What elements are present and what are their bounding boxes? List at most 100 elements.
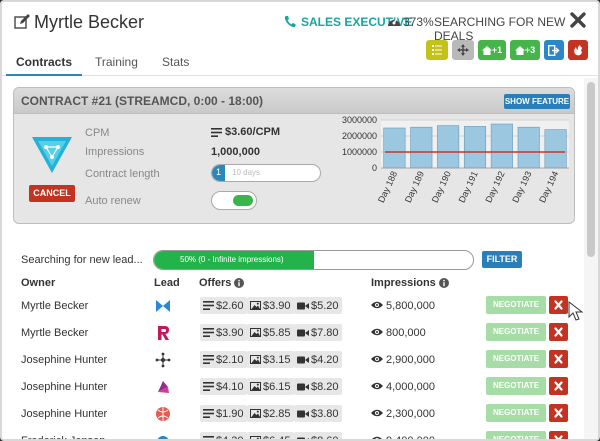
edit-icon[interactable]: [14, 14, 30, 30]
tab-contracts[interactable]: Contracts: [16, 55, 72, 69]
contract-length-hint: 10 days: [232, 168, 261, 177]
impressions-value: 800,000: [386, 327, 426, 339]
gauge-percent: 373%: [403, 15, 434, 29]
chart-xtick-label: Day 189: [403, 170, 426, 205]
offer-video-chip: $3.80: [294, 405, 342, 422]
auto-renew-knob: [233, 195, 253, 206]
cancel-contract-button[interactable]: CANCEL: [29, 185, 75, 202]
table-row: Josephine Hunter $2.10 $3.15 $4.20 2,900…: [2, 346, 598, 373]
offer-video-chip: $8.60: [294, 432, 342, 439]
eye-icon: [371, 381, 383, 393]
network-logo-icon: [155, 352, 171, 368]
chart-bar: [383, 127, 406, 169]
impressions-value: 2,300,000: [386, 408, 435, 420]
delete-lead-button[interactable]: [549, 323, 568, 341]
offer-video-chip: $8.20: [294, 378, 342, 395]
offer-image-chip: $3.15: [247, 351, 294, 368]
offer-video-chip: $7.80: [294, 324, 342, 341]
negotiate-button[interactable]: NEGOTIATE: [486, 377, 546, 395]
image-ad-icon: [250, 436, 261, 439]
close-icon[interactable]: [569, 11, 587, 29]
table-row: Myrtle Becker $2.60 $3.90 $5.20 5,800,00…: [2, 292, 598, 319]
impressions-cell: 2,900,000: [371, 354, 435, 366]
offer-video-value: $8.20: [311, 380, 339, 393]
close-icon: [549, 300, 568, 318]
lead-header: Lead: [154, 277, 180, 289]
impressions-cell: 800,000: [371, 327, 426, 339]
offer-text-chip: $4.10: [200, 378, 247, 395]
offer-image-value: $5.85: [263, 326, 291, 339]
offer-text-value: $4.30: [216, 434, 244, 441]
tab-stats[interactable]: Stats: [162, 55, 189, 69]
delete-lead-button[interactable]: [549, 350, 568, 368]
impressions-value: 9,400,000: [386, 435, 435, 441]
scrollbar-thumb[interactable]: [587, 82, 595, 257]
cpm-value: $3.60/CPM: [225, 126, 281, 138]
offer-text-value: $2.60: [216, 299, 244, 312]
close-icon: [549, 435, 568, 439]
impressions-cell: 2,300,000: [371, 408, 435, 420]
image-ad-icon: [250, 355, 261, 364]
info-icon[interactable]: [438, 278, 449, 288]
chart-ytick-label: 3000000: [342, 115, 377, 125]
panel-header: Myrtle Becker SALES EXECUTIVE 373% SEARC…: [2, 2, 598, 46]
filter-button[interactable]: FILTER: [482, 251, 522, 268]
info-icon[interactable]: [234, 278, 245, 288]
eye-icon: [371, 435, 383, 439]
show-feature-button[interactable]: SHOW FEATURE: [504, 94, 570, 109]
active-tab-indicator: [6, 74, 82, 76]
negotiate-button[interactable]: NEGOTIATE: [486, 404, 546, 422]
offer-text-value: $3.90: [216, 326, 244, 339]
negotiate-button[interactable]: NEGOTIATE: [486, 431, 546, 439]
offers-header: Offers: [199, 277, 245, 289]
chart-bar: [490, 123, 513, 169]
offer-image-chip: $6.45: [247, 432, 294, 439]
impressions-value: 2,900,000: [386, 354, 435, 366]
contract-length-slider[interactable]: 1 10 days: [211, 164, 321, 182]
negotiate-button[interactable]: NEGOTIATE: [486, 296, 546, 314]
impressions-cell: 5,800,000: [371, 300, 435, 312]
text-ad-icon: [211, 127, 222, 137]
eye-icon: [371, 300, 383, 312]
impressions-value: 5,800,000: [386, 300, 435, 312]
video-ad-icon: [297, 356, 309, 364]
delete-lead-button[interactable]: [549, 377, 568, 395]
video-ad-icon: [297, 410, 309, 418]
delete-lead-button[interactable]: [549, 296, 568, 314]
table-row: Myrtle Becker $3.90 $5.85 $7.80 800,000 …: [2, 319, 598, 346]
search-progress-text: 50% (0 - Infinite impressions): [180, 255, 284, 264]
offer-text-chip: $3.90: [200, 324, 247, 341]
text-ad-icon: [203, 436, 214, 439]
text-ad-icon: [203, 328, 214, 337]
tab-training[interactable]: Training: [95, 55, 138, 69]
impressions-cell: 9,400,000: [371, 435, 435, 441]
impressions-value: 4,000,000: [386, 381, 435, 393]
contract-card: CONTRACT #21 (STREAMCD, 0:00 - 18:00) SH…: [13, 87, 575, 224]
delete-lead-button[interactable]: [549, 404, 568, 422]
offer-image-chip: $6.15: [247, 378, 294, 395]
offer-image-value: $2.85: [263, 407, 291, 420]
eye-icon: [371, 408, 383, 420]
streamcd-logo-icon: [32, 137, 72, 173]
table-row: Josephine Hunter $4.10 $6.15 $8.20 4,000…: [2, 373, 598, 400]
negotiate-button[interactable]: NEGOTIATE: [486, 350, 546, 368]
player-name: Myrtle Becker: [34, 12, 145, 32]
offer-text-value: $4.10: [216, 380, 244, 393]
impressions-chart: 0100000020000003000000Day 188 Day 189 Day …: [342, 115, 569, 205]
owner-name: Josephine Hunter: [21, 381, 108, 393]
offer-video-value: $7.80: [311, 326, 339, 339]
text-ad-icon: [203, 301, 214, 310]
negotiate-button[interactable]: NEGOTIATE: [486, 323, 546, 341]
image-ad-icon: [250, 382, 261, 391]
delete-lead-button[interactable]: [549, 431, 568, 439]
auto-renew-toggle[interactable]: [211, 191, 257, 210]
offer-image-value: $6.15: [263, 380, 291, 393]
close-icon: [549, 408, 568, 426]
chart-xtick-label: Day 192: [483, 170, 506, 205]
eye-icon: [371, 327, 383, 339]
searching-label: Searching for new lead...: [21, 254, 143, 266]
chart-bar: [410, 126, 433, 169]
offer-image-chip: $5.85: [247, 324, 294, 341]
impressions-label: Impressions: [85, 146, 145, 158]
impressions-header: Impressions: [371, 277, 449, 289]
